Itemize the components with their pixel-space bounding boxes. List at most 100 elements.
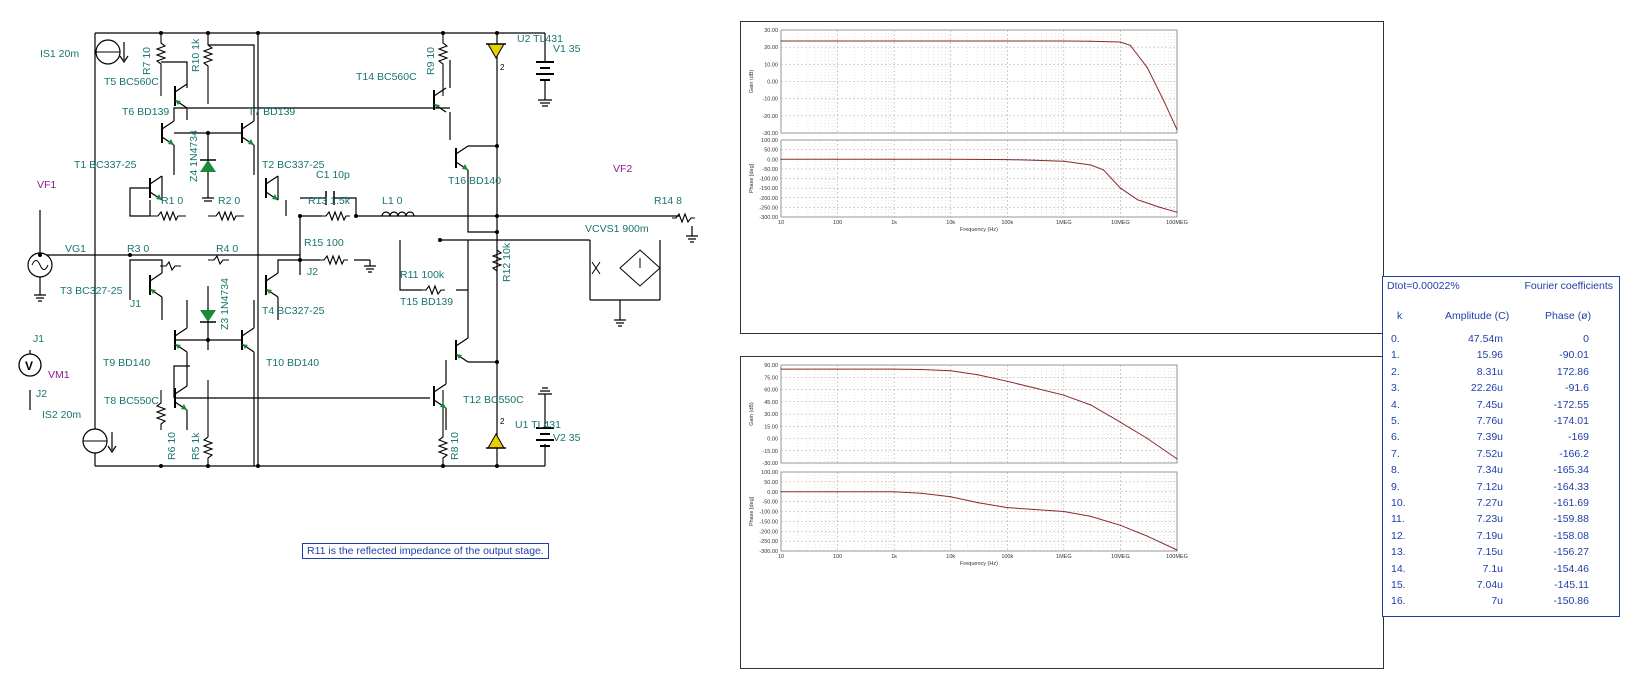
y-tick-label: 20.00	[764, 45, 778, 51]
bottom-gain-data-point	[977, 374, 979, 376]
bottom-phase-data-point	[920, 492, 922, 494]
fourier-cell-amp: 7.04u	[1476, 579, 1503, 591]
amplifier-schematic: IS1 20m R7 10 R10 1k T5 BC560C T6 BD139 …	[18, 31, 698, 468]
y-tick-label: 0.00	[767, 80, 778, 86]
current-source-is1	[95, 39, 129, 65]
col-header-k: k	[1397, 310, 1403, 322]
fourier-cell-k: 8.	[1391, 464, 1400, 477]
bottom-phase-data-point	[893, 491, 895, 493]
fourier-cell-k: 13.	[1391, 546, 1406, 559]
bottom-phase-data-point	[1090, 515, 1092, 517]
vcvs	[591, 249, 661, 287]
bottom-phase-data-point	[1063, 510, 1065, 513]
y-tick-label: -200.00	[759, 196, 778, 202]
y-tick-label: 15.00	[764, 424, 778, 430]
y-tick-label: 75.00	[764, 375, 778, 381]
label-j1a: J1	[130, 298, 141, 310]
top-phase-data-point	[1159, 206, 1161, 208]
fourier-title: Fourier coefficients	[1524, 280, 1613, 292]
label-u1: U1 TL431	[515, 419, 561, 431]
y-tick-label: 10.00	[764, 62, 778, 68]
fourier-cell-k: 9.	[1391, 480, 1400, 493]
label-j1b: J1	[33, 333, 44, 345]
label-r3: R3 0	[127, 243, 149, 255]
top-phase-data-point	[1136, 199, 1139, 201]
fourier-row: 1. 15.96 -90.01	[1383, 349, 1619, 364]
fourier-cell-amp: 7.12u	[1476, 480, 1503, 493]
label-r2: R2 0	[218, 195, 240, 207]
fourier-cell-k: 4.	[1391, 398, 1400, 411]
label-r13: R13 1.5k	[308, 195, 351, 207]
label-l1: L1 0	[382, 195, 403, 207]
bottom-phase-data-point	[1119, 524, 1121, 526]
fourier-cell-amp: 7.34u	[1476, 464, 1503, 477]
label-r10: R10 1k	[190, 38, 202, 72]
fourier-cell-phase: -154.46	[1553, 562, 1589, 575]
fourier-row: 13. 7.15u -156.27	[1383, 546, 1619, 561]
label-v1: V1 35	[553, 43, 581, 55]
label-t5: T5 BC560C	[104, 76, 159, 88]
label-vcvs: VCVS1 900m	[585, 223, 649, 235]
fourier-cell-k: 6.	[1391, 431, 1400, 444]
label-t8: T8 BC550C	[104, 395, 159, 407]
top-gain-data-point	[893, 40, 895, 42]
fourier-cell-phase: -165.34	[1553, 464, 1589, 477]
fourier-row: 2. 8.31u 172.86	[1383, 366, 1619, 381]
bottom-phase-data-point	[977, 502, 979, 504]
top-gain-ylabel: Gain (dB)	[749, 70, 755, 94]
x-tick-label: 10MEG	[1111, 220, 1130, 226]
fourier-row: 9. 7.12u -164.33	[1383, 481, 1619, 496]
bottom-gain-data-point	[780, 368, 782, 370]
label-t10: T10 BD140	[266, 357, 319, 369]
bode-plot-top: 30.00 20.00 10.00 0.00 -10.00 -20.00 -30.00 Gai…	[740, 21, 1384, 334]
y-tick-label: -150.00	[759, 519, 778, 525]
bottom-phase-xlabel: Frequency (Hz)	[960, 561, 998, 567]
fourier-row: 14. 7.1u -154.46	[1383, 563, 1619, 578]
fourier-cell-k: 2.	[1391, 365, 1400, 378]
y-tick-label: -100.00	[759, 177, 778, 183]
y-tick-label: -250.00	[759, 205, 778, 211]
y-tick-label: 0.00	[767, 490, 778, 496]
x-tick-label: 100MEG	[1166, 220, 1188, 226]
fourier-cell-k: 16.	[1391, 595, 1406, 608]
voltmeter-symbol: V	[25, 359, 33, 373]
label-vm1: VM1	[48, 369, 70, 381]
y-tick-label: 30.00	[764, 412, 778, 418]
fourier-row: 16. 7u -150.86	[1383, 595, 1619, 610]
top-gain-data-point	[950, 40, 952, 42]
bottom-gain-data-point	[1176, 458, 1178, 460]
label-r12: R12 10k	[501, 242, 513, 282]
fourier-cell-k: 15.	[1391, 579, 1406, 591]
bottom-gain-data-point	[1146, 437, 1148, 440]
label-t1: T1 BC337-25	[74, 159, 137, 171]
x-tick-label: 10	[778, 220, 784, 226]
top-phase-ylabel: Phase [deg]	[749, 163, 755, 193]
top-phase-xlabel: Frequency (Hz)	[960, 227, 998, 233]
label-z3: Z3 1N4734	[219, 278, 231, 330]
fourier-cell-amp: 7.19u	[1476, 529, 1503, 542]
fourier-cell-amp: 7.39u	[1476, 431, 1503, 444]
label-r11: R11 100k	[400, 269, 445, 281]
y-tick-label: -10.00	[762, 97, 778, 103]
y-tick-label: -50.00	[762, 167, 778, 173]
label-vg1: VG1	[65, 243, 86, 255]
label-r7: R7 10	[141, 47, 153, 75]
fourier-cell-amp: 7.45u	[1476, 398, 1503, 411]
x-tick-label: 1k	[891, 554, 897, 560]
fourier-table: Dtot=0.00022% Fourier coefficients k Amp…	[1382, 276, 1620, 617]
top-phase-data-point	[1063, 160, 1065, 162]
x-tick-label: 100k	[1001, 554, 1013, 560]
bottom-phase-data-point	[837, 491, 839, 493]
fourier-cell-k: 10.	[1391, 497, 1406, 509]
fourier-row: 6. 7.39u -169	[1383, 431, 1619, 446]
label-t16: T16 BD140	[448, 175, 501, 187]
y-tick-label: 90.00	[764, 363, 778, 369]
y-tick-label: -15.00	[762, 449, 778, 455]
fourier-cell-phase: -156.27	[1553, 546, 1589, 559]
label-r5: R5 1k	[190, 432, 202, 460]
x-tick-label: 10k	[946, 554, 955, 560]
y-tick-label: -250.00	[759, 539, 778, 545]
fourier-row: 12. 7.19u -158.08	[1383, 530, 1619, 545]
bode-top-svg: 30.00 20.00 10.00 0.00 -10.00 -20.00 -30.00 Gai…	[749, 28, 1188, 233]
top-phase-data-point	[1119, 187, 1121, 189]
